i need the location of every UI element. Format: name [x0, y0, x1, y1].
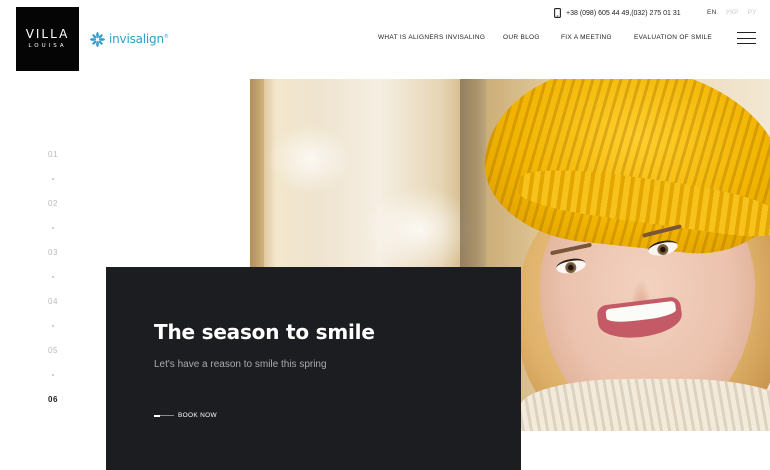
photo-knit-hat [477, 79, 770, 263]
book-now-button[interactable]: BOOK NOW [154, 412, 217, 419]
nav-evaluation-of-smile[interactable]: EVALUATION OF SMILE [634, 34, 712, 41]
pager-dot [52, 374, 54, 376]
nav-fix-a-meeting[interactable]: FIX A MEETING [561, 34, 612, 41]
pager-dot [52, 227, 54, 229]
nav-our-blog[interactable]: OUR BLOG [503, 34, 540, 41]
pager-dot [52, 325, 54, 327]
book-now-label: BOOK NOW [178, 412, 217, 419]
slide-number-05[interactable]: 05 [40, 346, 66, 355]
slide-number-04[interactable]: 04 [40, 297, 66, 306]
hero-title: The season to smile [154, 320, 375, 344]
villa-louisa-logo[interactable]: VILLA LOUISA [16, 7, 79, 71]
pager-dot [52, 276, 54, 278]
invisalign-logo[interactable]: invisalign® [90, 30, 169, 48]
slide-number-02[interactable]: 02 [40, 199, 66, 208]
photo-scarf [520, 379, 770, 431]
lang-ukr[interactable]: УКР [726, 9, 739, 16]
lang-ru[interactable]: РУ [748, 9, 757, 16]
nav-what-is-aligners[interactable]: WHAT IS ALIGNERS INVISALING [378, 34, 485, 41]
phone-numbers: +38 (098) 605 44 49,(032) 275 01 31 [566, 9, 681, 17]
slide-number-01[interactable]: 01 [40, 150, 66, 159]
photo-tree-trunk [460, 79, 486, 279]
language-switcher: EN УКР РУ [707, 9, 757, 16]
mobile-phone-icon [554, 8, 561, 18]
slide-number-03[interactable]: 03 [40, 248, 66, 257]
asterisk-flower-icon [90, 31, 105, 47]
hero-subtitle: Let's have a reason to smile this spring [154, 359, 327, 370]
hamburger-icon[interactable] [737, 32, 756, 44]
logo-line-1: VILLA [25, 27, 70, 41]
book-now-line-icon [154, 414, 174, 417]
hero-caption-panel: The season to smile Let's have a reason … [106, 267, 521, 470]
slide-number-06[interactable]: 06 [40, 395, 66, 404]
logo-line-2: LOUISA [28, 43, 67, 49]
lang-en[interactable]: EN [707, 9, 717, 16]
contact-phones[interactable]: +38 (098) 605 44 49,(032) 275 01 31 [554, 8, 681, 18]
invisalign-wordmark: invisalign® [109, 32, 169, 46]
pager-dot [52, 178, 54, 180]
